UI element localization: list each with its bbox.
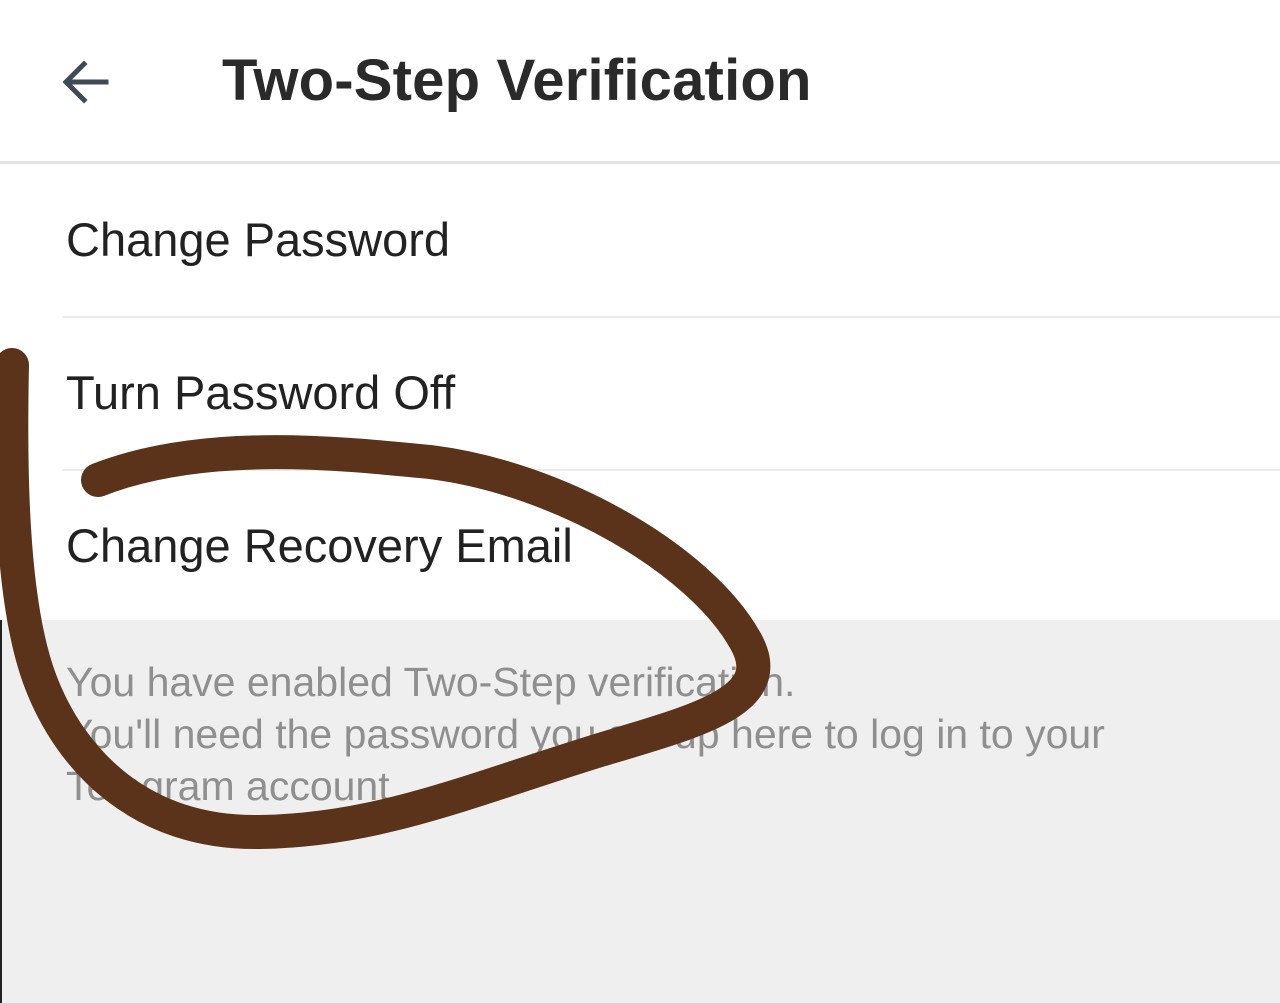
- app-header: Two-Step Verification: [0, 0, 1280, 164]
- page-title: Two-Step Verification: [222, 48, 812, 113]
- menu-item-label: Turn Password Off: [66, 366, 456, 419]
- info-line: You'll need the password you set up here…: [66, 711, 1105, 757]
- info-line: Telegram account: [66, 763, 390, 809]
- back-button[interactable]: [44, 40, 128, 124]
- arrow-left-icon: [62, 60, 109, 104]
- menu-item-label: Change Recovery Email: [66, 519, 573, 572]
- turn-password-off-item[interactable]: Turn Password Off: [0, 317, 1280, 469]
- menu-item-label: Change Password: [66, 213, 451, 266]
- change-recovery-email-item[interactable]: Change Recovery Email: [0, 470, 1280, 622]
- info-line: You have enabled Two-Step verification.: [66, 659, 796, 705]
- settings-menu: Change Password Turn Password Off Change…: [0, 164, 1280, 620]
- info-text: You have enabled Two-Step verification. …: [66, 656, 1246, 812]
- change-password-item[interactable]: Change Password: [0, 164, 1280, 316]
